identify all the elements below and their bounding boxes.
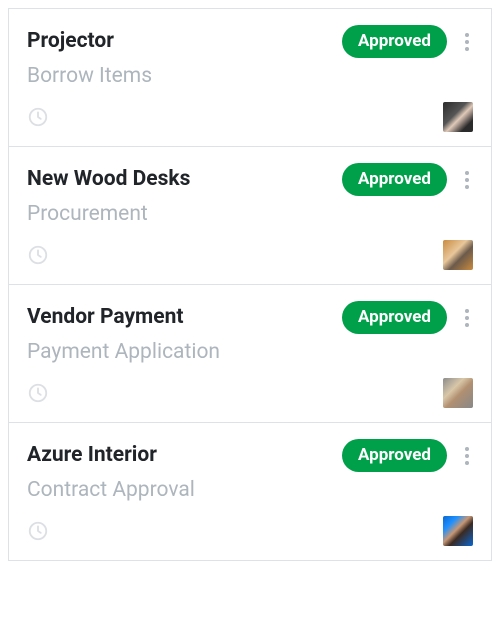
- card-subtitle: Contract Approval: [27, 478, 473, 502]
- card-header: Vendor Payment Approved: [27, 301, 473, 334]
- card-header-right: Approved: [342, 301, 473, 334]
- status-badge: Approved: [342, 163, 447, 196]
- card-footer: [27, 516, 473, 546]
- card-header-right: Approved: [342, 163, 473, 196]
- status-badge: Approved: [342, 301, 447, 334]
- card-header: Azure Interior Approved: [27, 439, 473, 472]
- status-badge: Approved: [342, 25, 447, 58]
- card-header-right: Approved: [342, 439, 473, 472]
- card-title: Vendor Payment: [27, 305, 183, 330]
- card-header: New Wood Desks Approved: [27, 163, 473, 196]
- kebab-menu-icon[interactable]: [461, 167, 473, 193]
- avatar[interactable]: [443, 516, 473, 546]
- kebab-menu-icon[interactable]: [461, 305, 473, 331]
- approval-card[interactable]: New Wood Desks Approved Procurement: [8, 146, 492, 285]
- card-subtitle: Borrow Items: [27, 64, 473, 88]
- approval-card-list: Projector Approved Borrow Items New Wood…: [0, 0, 500, 569]
- avatar[interactable]: [443, 240, 473, 270]
- clock-icon: [27, 382, 49, 404]
- avatar[interactable]: [443, 102, 473, 132]
- card-title: Projector: [27, 29, 114, 54]
- approval-card[interactable]: Projector Approved Borrow Items: [8, 8, 492, 147]
- card-subtitle: Payment Application: [27, 340, 473, 364]
- avatar[interactable]: [443, 378, 473, 408]
- card-footer: [27, 102, 473, 132]
- clock-icon: [27, 520, 49, 542]
- card-header: Projector Approved: [27, 25, 473, 58]
- card-footer: [27, 378, 473, 408]
- kebab-menu-icon[interactable]: [461, 443, 473, 469]
- card-header-right: Approved: [342, 25, 473, 58]
- approval-card[interactable]: Azure Interior Approved Contract Approva…: [8, 422, 492, 561]
- kebab-menu-icon[interactable]: [461, 29, 473, 55]
- clock-icon: [27, 106, 49, 128]
- card-title: New Wood Desks: [27, 167, 190, 192]
- clock-icon: [27, 244, 49, 266]
- card-subtitle: Procurement: [27, 202, 473, 226]
- card-footer: [27, 240, 473, 270]
- status-badge: Approved: [342, 439, 447, 472]
- card-title: Azure Interior: [27, 443, 157, 468]
- approval-card[interactable]: Vendor Payment Approved Payment Applicat…: [8, 284, 492, 423]
